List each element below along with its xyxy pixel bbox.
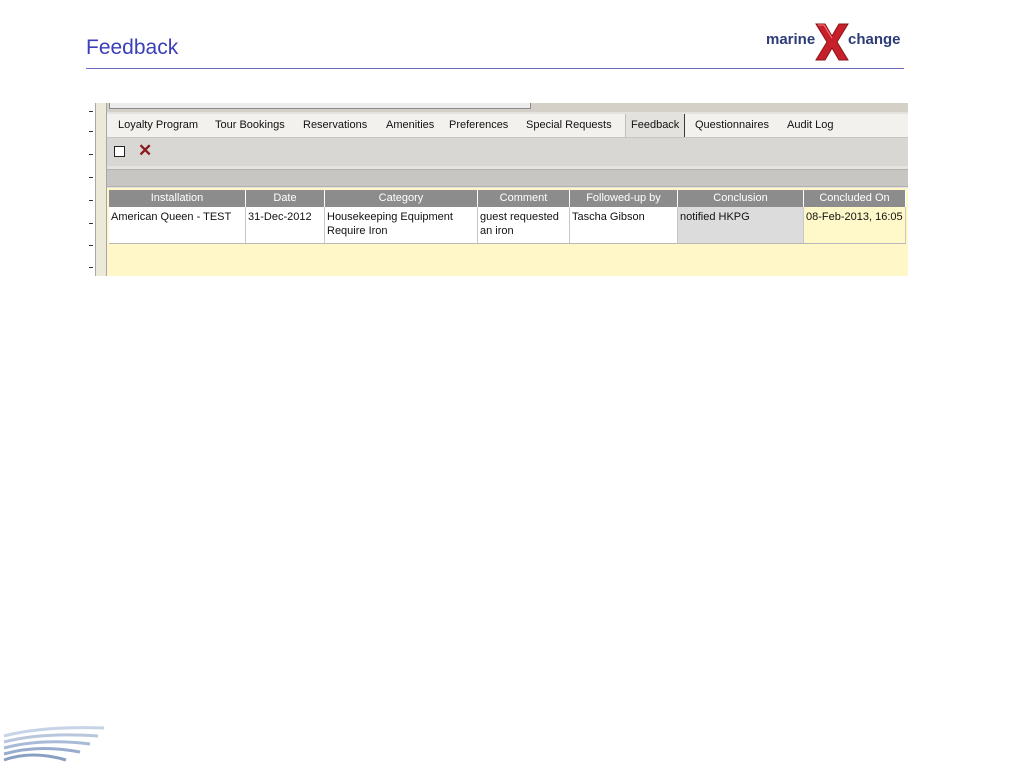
ruler-tick xyxy=(89,200,93,201)
tab-special-requests[interactable]: Special Requests xyxy=(521,114,617,137)
delete-x-icon[interactable]: ✕ xyxy=(138,141,152,161)
grid-toolbar: ✕ xyxy=(107,138,908,166)
tab-reservations[interactable]: Reservations xyxy=(298,114,372,137)
ruler-tick xyxy=(89,177,93,178)
column-header-category[interactable]: Category xyxy=(325,190,478,207)
app-screenshot: Loyalty Program Tour Bookings Reservatio… xyxy=(86,103,908,276)
cell-installation: American Queen - TEST xyxy=(109,207,246,243)
tab-questionnaires[interactable]: Questionnaires xyxy=(690,114,774,137)
upper-field-edge xyxy=(109,103,531,109)
checkbox-new-icon[interactable] xyxy=(114,146,125,157)
tab-audit-log[interactable]: Audit Log xyxy=(782,114,838,137)
ruler-tick xyxy=(89,111,93,112)
ruler-tick xyxy=(89,267,93,268)
top-strip xyxy=(107,103,908,112)
table-row[interactable]: American Queen - TEST 31-Dec-2012 Housek… xyxy=(109,207,906,244)
marinexchange-logo: marine change xyxy=(766,22,908,62)
left-splitter[interactable] xyxy=(95,103,107,276)
column-header-conclusion[interactable]: Conclusion xyxy=(678,190,804,207)
column-header-followed-up-by[interactable]: Followed-up by xyxy=(570,190,678,207)
column-header-concluded-on[interactable]: Concluded On xyxy=(804,190,906,207)
logo-x-icon xyxy=(815,23,849,61)
tab-tour-bookings[interactable]: Tour Bookings xyxy=(210,114,290,137)
ruler-tick xyxy=(89,131,93,132)
tab-loyalty-program[interactable]: Loyalty Program xyxy=(113,114,203,137)
group-by-bar xyxy=(107,169,908,187)
tab-amenities[interactable]: Amenities xyxy=(381,114,439,137)
ruler-tick xyxy=(89,245,93,246)
tab-preferences[interactable]: Preferences xyxy=(444,114,513,137)
left-ruler xyxy=(86,103,95,276)
logo-word-change: change xyxy=(848,31,901,48)
cell-concluded-on: 08-Feb-2013, 16:05 xyxy=(804,207,906,243)
logo-word-marine: marine xyxy=(766,31,816,48)
ruler-tick xyxy=(89,223,93,224)
tab-feedback[interactable]: Feedback xyxy=(625,114,686,137)
cell-conclusion: notified HKPG xyxy=(678,207,804,243)
grid-header-row: Installation Date Category Comment Follo… xyxy=(109,190,906,207)
cell-followed-up-by: Tascha Gibson xyxy=(570,207,678,243)
cell-comment: guest requested an iron xyxy=(478,207,570,243)
slide-title: Feedback xyxy=(86,36,179,59)
column-header-installation[interactable]: Installation xyxy=(109,190,246,207)
cell-category: Housekeeping Equipment Require Iron xyxy=(325,207,478,243)
cell-date: 31-Dec-2012 xyxy=(246,207,325,243)
column-header-comment[interactable]: Comment xyxy=(478,190,570,207)
wave-logo-icon xyxy=(3,726,105,762)
feedback-grid: Installation Date Category Comment Follo… xyxy=(107,188,908,276)
ruler-tick xyxy=(89,154,93,155)
title-divider xyxy=(86,68,904,69)
tab-bar: Loyalty Program Tour Bookings Reservatio… xyxy=(107,114,908,138)
column-header-date[interactable]: Date xyxy=(246,190,325,207)
guest-detail-panel: Loyalty Program Tour Bookings Reservatio… xyxy=(107,103,908,276)
